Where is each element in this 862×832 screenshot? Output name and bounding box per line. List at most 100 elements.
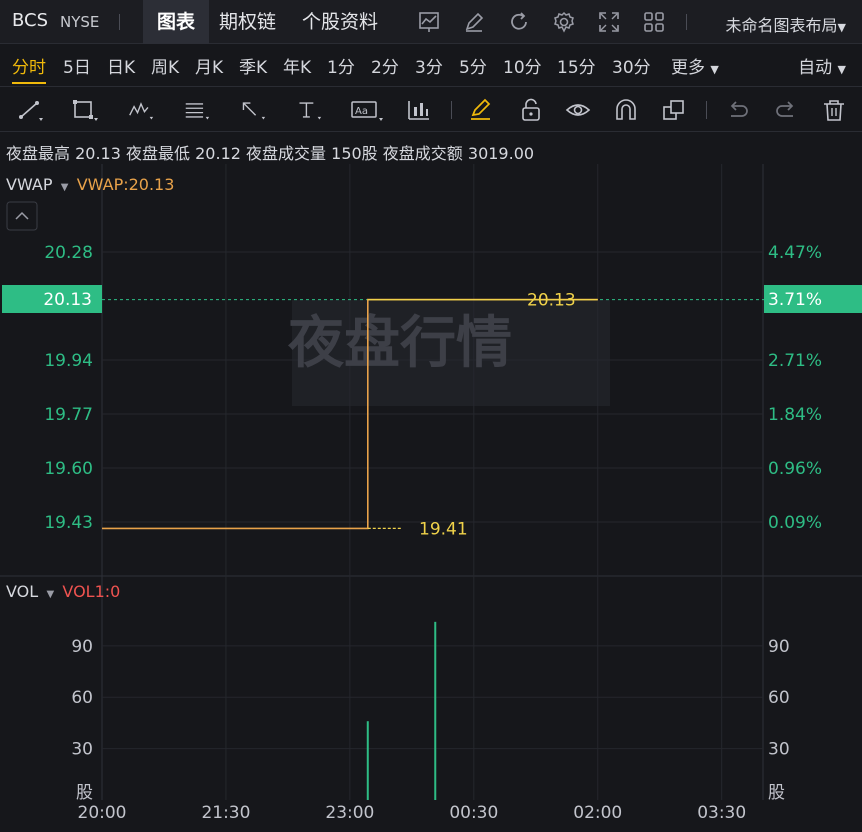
night-high-label: 夜盘最高	[6, 144, 71, 163]
tab-chart[interactable]: 图表	[143, 0, 209, 44]
y-tick-label: 19.94	[44, 351, 93, 371]
night-volume-label: 夜盘成交量	[246, 144, 327, 163]
redo-icon[interactable]	[773, 98, 799, 122]
vol-tick-label-right: 30	[768, 740, 790, 760]
intraday-chart[interactable]: 夜盘行情 20.13 19.41 20:00 21:30 23:00 00:30 02:0…	[0, 164, 862, 832]
exchange-label: NYSE	[60, 13, 100, 31]
x-tick-label: 20:00	[78, 803, 127, 823]
eye-icon[interactable]	[565, 98, 591, 122]
top-bar: BCS NYSE 图表 期权链 个股资料 未命名图表布局▼	[0, 0, 862, 44]
x-tick-label: 00:30	[449, 803, 498, 823]
y-tick-pct-label: 4.47%	[768, 243, 822, 263]
divider	[686, 14, 687, 30]
y-tick-label: 19.43	[44, 513, 93, 533]
period-quarter[interactable]: 季K	[239, 53, 267, 78]
y-tick-pct-label: 1.84%	[768, 405, 822, 425]
trash-icon[interactable]	[821, 98, 847, 122]
refresh-icon[interactable]	[507, 10, 531, 34]
divider	[706, 101, 707, 119]
period-intraday[interactable]: 分时	[12, 53, 46, 78]
pattern-icon[interactable]	[128, 98, 154, 122]
volume-bar	[366, 721, 369, 800]
period-more-label: 更多	[671, 58, 705, 78]
period-5m[interactable]: 5分	[459, 53, 487, 78]
measure-icon[interactable]	[406, 98, 432, 122]
high-marker-label: 20.13	[527, 291, 576, 311]
night-amount-value: 3019.00	[467, 144, 535, 163]
layout-name-label: 未命名图表布局	[725, 16, 838, 35]
lock-icon[interactable]	[518, 98, 544, 122]
period-year[interactable]: 年K	[283, 53, 311, 78]
active-period-indicator	[12, 82, 46, 84]
symbol-label[interactable]: BCS	[12, 10, 48, 31]
auto-scale-label: 自动	[798, 58, 833, 78]
settings-icon[interactable]	[552, 10, 576, 34]
period-10m[interactable]: 10分	[503, 53, 542, 78]
svg-text:Aa: Aa	[355, 106, 368, 117]
trend-line-icon[interactable]	[17, 98, 43, 122]
night-low-value: 20.12	[195, 144, 241, 163]
vwap-indicator-selector[interactable]: VWAP ▼ VWAP:20.13	[6, 175, 174, 194]
period-day[interactable]: 日K	[107, 53, 135, 78]
period-15m[interactable]: 15分	[557, 53, 596, 78]
night-volume-value: 150股	[331, 144, 378, 163]
vol-tick-label: 30	[71, 740, 93, 760]
vol-indicator-value: VOL1:0	[62, 582, 121, 601]
arrow-icon[interactable]	[240, 98, 266, 122]
period-more-dropdown[interactable]: 更多 ▼	[671, 53, 719, 78]
night-low-label: 夜盘最低	[126, 144, 191, 163]
period-1m[interactable]: 1分	[327, 53, 355, 78]
vol-tick-label-right: 60	[768, 688, 790, 708]
low-marker-label: 19.41	[419, 519, 468, 539]
vol-tick-label: 60	[71, 688, 93, 708]
drawing-toolbar: Aa	[0, 86, 862, 132]
chevron-up-icon	[15, 211, 29, 220]
fullscreen-icon[interactable]	[597, 10, 621, 34]
period-30m[interactable]: 30分	[612, 53, 651, 78]
y-tick-pct-label: 2.71%	[768, 351, 822, 371]
magnet-icon[interactable]	[613, 98, 639, 122]
period-month[interactable]: 月K	[195, 53, 223, 78]
x-tick-label: 02:00	[573, 803, 622, 823]
watermark-text: 夜盘行情	[287, 311, 512, 376]
night-session-summary: 夜盘最高 20.13 夜盘最低 20.12 夜盘成交量 150股 夜盘成交额 3…	[6, 140, 534, 164]
vol-tick-label-right: 90	[768, 637, 790, 657]
vol-indicator-selector[interactable]: VOL ▼ VOL1:0	[6, 582, 120, 601]
y-tick-pct-label: 0.09%	[768, 513, 822, 533]
rectangle-icon[interactable]	[72, 98, 98, 122]
y-tick-label: 20.28	[44, 243, 93, 263]
x-tick-label: 03:30	[697, 803, 746, 823]
current-pct-value: 3.71%	[768, 290, 822, 310]
y-tick-label: 19.60	[44, 459, 93, 479]
layers-icon[interactable]	[661, 98, 687, 122]
y-tick-pct-label: 0.96%	[768, 459, 822, 479]
night-high-value: 20.13	[75, 144, 121, 163]
layout-name-dropdown[interactable]: 未命名图表布局▼	[726, 12, 846, 36]
fib-icon[interactable]	[184, 98, 210, 122]
auto-scale-dropdown[interactable]: 自动 ▼	[798, 53, 846, 78]
pencil-icon[interactable]	[468, 98, 494, 122]
period-5d[interactable]: 5日	[63, 53, 91, 78]
divider	[451, 101, 452, 119]
grid-layout-icon[interactable]	[642, 10, 666, 34]
y-tick-label: 19.77	[44, 405, 93, 425]
vol-indicator-name: VOL	[6, 582, 39, 601]
period-week[interactable]: 周K	[151, 53, 179, 78]
note-icon[interactable]: Aa	[350, 98, 384, 122]
tab-company-profile[interactable]: 个股资料	[302, 0, 378, 44]
collapse-button[interactable]	[6, 201, 38, 231]
divider	[119, 14, 120, 30]
vwap-indicator-value: VWAP:20.13	[76, 175, 175, 194]
undo-icon[interactable]	[725, 98, 751, 122]
chart-icon[interactable]	[417, 10, 441, 34]
edit-icon[interactable]	[462, 10, 486, 34]
caret-down-icon: ▼	[710, 63, 719, 76]
vol-tick-label: 股	[76, 783, 93, 803]
tab-option-chain[interactable]: 期权链	[219, 0, 276, 44]
period-3m[interactable]: 3分	[415, 53, 443, 78]
text-icon[interactable]	[296, 98, 322, 122]
caret-down-icon: ▼	[837, 63, 846, 76]
x-tick-label: 23:00	[325, 803, 374, 823]
period-2m[interactable]: 2分	[371, 53, 399, 78]
caret-down-icon: ▼	[57, 182, 72, 193]
